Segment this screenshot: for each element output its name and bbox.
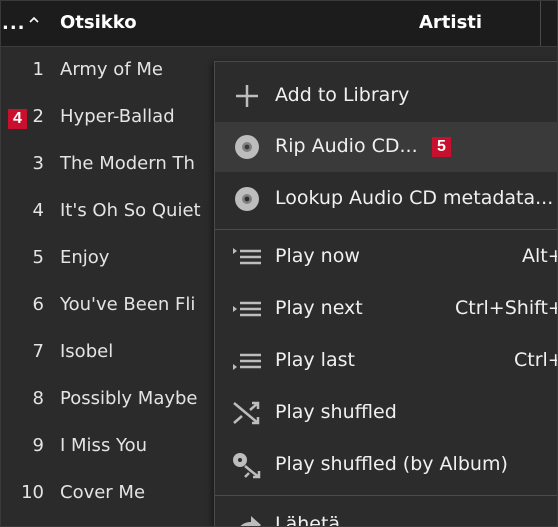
track-title: It's Oh So Quiet [60,200,201,221]
track-title: Hyper-Ballad [60,106,175,127]
menu-item-play-last[interactable]: Play last Ctrl+ [215,336,557,386]
track-number: 1 [32,59,44,80]
menu-item-label: Add to Library [275,84,410,106]
column-divider[interactable] [540,1,541,46]
shuffle-album-icon [233,453,261,479]
menu-item-play-next[interactable]: Play next Ctrl+Shift+ [215,284,558,334]
track-number: 10 [21,482,44,503]
menu-item-shortcut: Alt+ [522,245,557,267]
menu-separator [215,229,557,230]
play-now-icon [233,248,261,265]
menu-item-label: Play now [275,245,360,267]
send-icon [240,516,261,526]
menu-item-label: Lähetä [275,513,341,527]
track-number: 9 [32,435,44,456]
menu-item-play-now[interactable]: Play now Alt+ [215,232,557,282]
menu-item-add-to-library[interactable]: Add to Library [215,71,557,121]
menu-item-shortcut: Ctrl+ [514,349,557,371]
menu-item-rip-audio-cd[interactable]: Rip Audio CD... 5 [215,122,557,172]
menu-item-label: Play next [275,297,363,319]
track-number: 6 [32,294,44,315]
column-header-bar: ... Otsikko Artisti [1,1,557,47]
title-column-header[interactable]: Otsikko [60,12,137,33]
menu-item-label: Play shuffled (by Album) [275,453,508,475]
artist-column-header[interactable]: Artisti [419,12,482,33]
shuffle-icon [233,401,260,425]
track-number: 7 [32,341,44,362]
track-number: 2 [32,106,44,127]
track-title: I Miss You [60,435,148,456]
track-title: Possibly Maybe [60,388,198,409]
music-library-window: ... Otsikko Artisti 1 Army of Me 4 2 Hyp… [0,0,558,527]
context-menu: Add to Library Rip Audio CD... 5 Lookup … [214,61,558,527]
menu-item-label: Play last [275,349,355,371]
track-title: Enjoy [60,247,110,268]
plus-icon [236,85,258,107]
track-title: Isobel [60,341,114,362]
menu-item-label: Lookup Audio CD metadata... [275,187,554,209]
column-options-button[interactable]: ... [2,13,26,34]
menu-separator [215,495,557,496]
menu-item-send[interactable]: Lähetä [215,500,557,527]
track-number: 3 [32,153,44,174]
menu-item-label: Rip Audio CD... [275,135,418,157]
play-last-icon [233,353,261,370]
menu-item-play-shuffled-by-album[interactable]: Play shuffled (by Album) [215,440,557,490]
sort-ascending-icon[interactable] [29,15,39,25]
callout-badge-5: 5 [432,137,451,157]
play-next-icon [233,301,261,317]
track-title: The Modern Th [60,153,195,174]
menu-item-label: Play shuffled [275,401,397,423]
callout-badge-4: 4 [8,109,27,129]
menu-item-lookup-cd-metadata[interactable]: Lookup Audio CD metadata... [215,174,557,224]
menu-item-shortcut: Ctrl+Shift+ [455,297,558,319]
cd-icon [235,135,259,159]
track-number: 8 [32,388,44,409]
track-title: Cover Me [60,482,146,503]
track-title: Army of Me [60,59,163,80]
menu-item-play-shuffled[interactable]: Play shuffled [215,388,557,438]
track-number: 4 [32,200,44,221]
cd-icon [235,187,259,211]
track-title: You've Been Fli [60,294,196,315]
track-number: 5 [32,247,44,268]
